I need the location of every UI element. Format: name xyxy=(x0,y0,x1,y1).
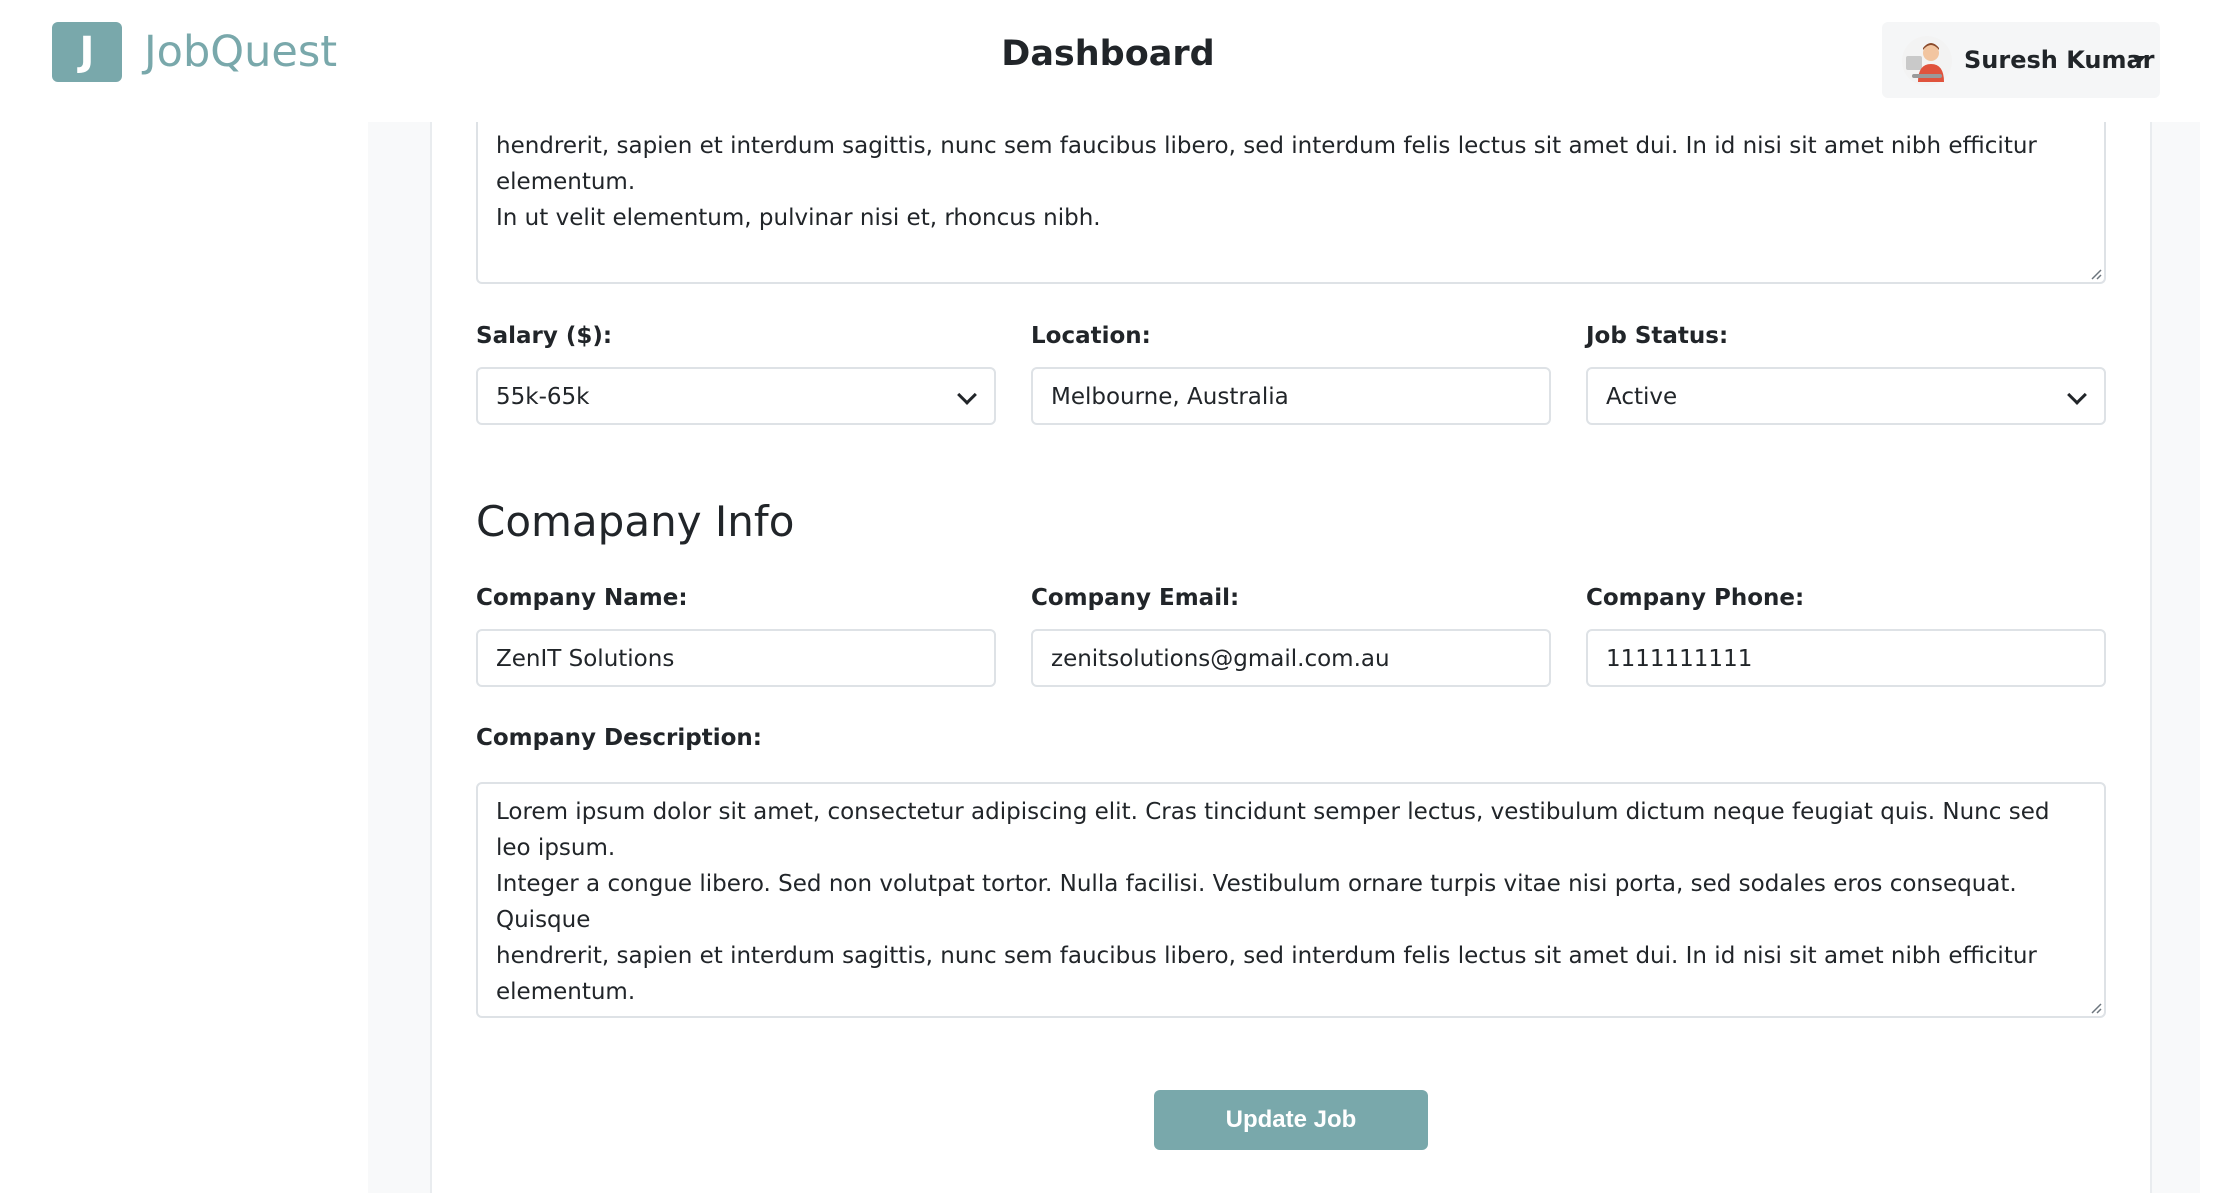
company-email-value: zenitsolutions@gmail.com.au xyxy=(1051,646,1390,672)
resize-handle-icon[interactable] xyxy=(2090,268,2102,280)
company-phone-input[interactable]: 1111111111 xyxy=(1586,629,2106,687)
job-status-label: Job Status: xyxy=(1586,323,1729,349)
description-line: hendrerit, sapien et interdum sagittis, … xyxy=(496,943,2037,1005)
job-status-select[interactable]: Active xyxy=(1586,367,2106,425)
salary-select[interactable]: 55k-65k xyxy=(476,367,996,425)
company-info-heading: Comapany Info xyxy=(476,497,795,546)
company-phone-value: 1111111111 xyxy=(1606,646,1753,672)
location-label: Location: xyxy=(1031,323,1151,349)
job-description-textarea[interactable]: hendrerit, sapien et interdum sagittis, … xyxy=(476,110,2106,284)
company-phone-label: Company Phone: xyxy=(1586,585,1805,611)
company-name-label: Company Name: xyxy=(476,585,688,611)
top-navbar: J JobQuest Dashboard Suresh Kumar xyxy=(0,0,2216,122)
job-status-value: Active xyxy=(1606,384,1678,410)
company-name-value: ZenIT Solutions xyxy=(496,646,675,672)
company-name-input[interactable]: ZenIT Solutions xyxy=(476,629,996,687)
company-description-label: Company Description: xyxy=(476,725,762,751)
company-description-textarea[interactable]: Lorem ipsum dolor sit amet, consectetur … xyxy=(476,782,2106,1018)
location-value: Melbourne, Australia xyxy=(1051,384,1289,410)
description-line: Lorem ipsum dolor sit amet, consectetur … xyxy=(496,799,2050,861)
user-name: Suresh Kumar xyxy=(1964,46,2155,74)
description-line: hendrerit, sapien et interdum sagittis, … xyxy=(496,133,2037,195)
resize-handle-icon[interactable] xyxy=(2090,1002,2102,1014)
user-avatar-icon xyxy=(1902,36,1952,86)
salary-value: 55k-65k xyxy=(496,384,590,410)
chevron-down-icon xyxy=(957,385,977,405)
description-line: In ut velit elementum, pulvinar nisi et,… xyxy=(496,205,1101,231)
user-menu-button[interactable]: Suresh Kumar xyxy=(1882,22,2160,98)
chevron-down-icon xyxy=(2067,385,2087,405)
salary-label: Salary ($): xyxy=(476,323,613,349)
caret-down-icon xyxy=(2132,56,2146,64)
location-input[interactable]: Melbourne, Australia xyxy=(1031,367,1551,425)
company-email-label: Company Email: xyxy=(1031,585,1240,611)
company-email-input[interactable]: zenitsolutions@gmail.com.au xyxy=(1031,629,1551,687)
update-job-button[interactable]: Update Job xyxy=(1154,1090,1428,1150)
description-line: Integer a congue libero. Sed non volutpa… xyxy=(496,871,2017,933)
description-line: In ut velit elementum, pulvinar nisi et,… xyxy=(496,1010,2086,1016)
